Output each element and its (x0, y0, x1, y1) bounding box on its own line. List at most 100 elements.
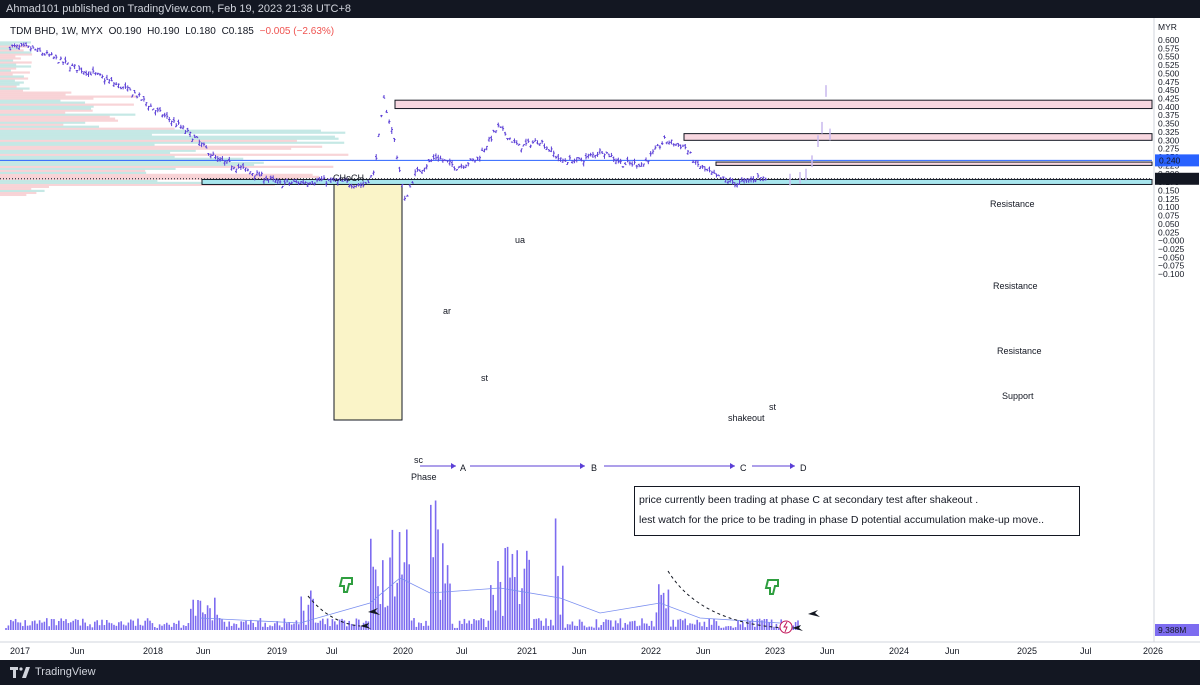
volume-profile-bar (0, 185, 50, 188)
volume-profile-bar (0, 167, 176, 170)
x-tick-label: 2025 (1017, 646, 1037, 656)
y-tick-label: −0.100 (1158, 269, 1185, 279)
shakeout-label: shakeout (728, 413, 765, 423)
symbol-info: TDM BHD, 1W, MYX (10, 26, 103, 37)
chart-area[interactable]: MYR 0.600 0.575 0.550 0.525 0.500 0.475 0.450 0.… (0, 18, 1200, 660)
volume-profile-bar (0, 187, 32, 191)
ohlc-change: −0.005 (−2.63%) (259, 26, 335, 37)
phase-c-label: C (740, 463, 747, 473)
volume-profile-bar (0, 117, 116, 120)
x-tick-label: 2017 (10, 646, 30, 656)
volume-profile-bar (0, 131, 346, 134)
volume-profile-bar (0, 79, 15, 82)
x-tick-label: 2024 (889, 646, 909, 656)
volume-profile-bar (0, 95, 138, 98)
volume-profile-bar (0, 129, 321, 132)
sc-label: sc (414, 455, 423, 465)
choch-label: CHoCH (333, 173, 365, 183)
volume-profile-bar (0, 93, 66, 96)
volume-profile-bar (0, 147, 292, 150)
tradingview-logo[interactable]: TradingView (10, 666, 96, 678)
volume-profile-bar (0, 69, 11, 72)
volume-profile-bar (0, 67, 17, 70)
note-line-2: lest watch for the price to be trading i… (639, 514, 1045, 526)
volume-profile-bar (0, 165, 334, 168)
resistance-zone-3 (715, 161, 1153, 166)
x-tick-label: Jun (196, 646, 211, 656)
support-label: Support (1002, 391, 1034, 401)
volume-profile-bar (0, 171, 147, 174)
volume-profile-bar (0, 143, 155, 146)
ref-price-badge-text: 0.240 (1159, 155, 1181, 165)
symbol-legend: TDM BHD, 1W, MYX O0.190 H0.190 L0.180 C0… (10, 26, 337, 37)
volume-profile-bar (0, 107, 92, 110)
analysis-note-box[interactable]: price currently been trading at phase C … (634, 486, 1080, 536)
volume-profile-bar (0, 173, 313, 176)
phase-label: Phase (411, 472, 437, 482)
phase-b-label: B (591, 463, 598, 473)
volume-profile-bar (0, 49, 24, 52)
volume-profile-bar (0, 135, 335, 138)
volume-profile-bar (0, 75, 24, 78)
ohlc-low: L0.180 (185, 26, 216, 37)
x-tick-label: Jun (572, 646, 587, 656)
volume-profile-bar (0, 97, 94, 100)
price-chart-svg[interactable]: MYR0.6000.5750.5500.5250.5000.4750.4500.… (0, 18, 1200, 660)
x-tick-label: 2026 (1143, 646, 1163, 656)
published-info: Ahmad101 published on TradingView.com, F… (6, 3, 351, 15)
resistance-label-3: Resistance (997, 346, 1042, 356)
bottom-bar: TradingView (0, 660, 1200, 685)
volume-profile-bar (0, 77, 29, 80)
volume-badge-text: 9.388M (1158, 625, 1186, 635)
ar-label: ar (443, 306, 452, 316)
st-label-2: st (769, 402, 777, 412)
volume-profile-bar (0, 65, 32, 68)
ohlc-close: C0.185 (221, 26, 254, 37)
volume-profile-bar (0, 133, 152, 136)
volume-profile-bar (0, 99, 61, 102)
volume-profile-bar (0, 169, 146, 172)
volume-profile-bar (0, 121, 86, 124)
x-tick-label: Jul (326, 646, 338, 656)
x-tick-label: Jun (70, 646, 85, 656)
x-tick-label: Jul (456, 646, 468, 656)
x-tick-label: 2019 (267, 646, 287, 656)
volume-profile-bar (0, 141, 345, 144)
ohlc-high: H0.190 (147, 26, 180, 37)
volume-profile-bar (0, 55, 16, 58)
volume-profile-bar (0, 103, 134, 106)
choch-zone (333, 181, 403, 421)
plot-background (0, 18, 1200, 660)
volume-profile-bar (0, 127, 175, 130)
x-tick-label: Jun (945, 646, 960, 656)
volume-profile-bar (0, 139, 297, 142)
top-bar: Ahmad101 published on TradingView.com, F… (0, 0, 1200, 18)
volume-profile-bar (0, 153, 349, 156)
volume-profile-bar (0, 145, 323, 148)
volume-profile-bar (0, 191, 37, 195)
currency-label: MYR (1158, 22, 1177, 32)
volume-profile-bar (0, 61, 32, 64)
ohlc-open: O0.190 (108, 26, 142, 37)
volume-profile-bar (0, 179, 158, 182)
volume-profile-bar (0, 71, 30, 74)
volume-profile-bar (0, 59, 14, 62)
x-tick-label: 2023 (765, 646, 785, 656)
x-tick-label: 2018 (143, 646, 163, 656)
volume-profile-bar (0, 123, 64, 126)
x-tick-label: Jul (1080, 646, 1092, 656)
volume-profile-bar (0, 51, 32, 54)
volume-profile-bar (0, 119, 119, 122)
tradingview-mark-icon (10, 666, 30, 678)
volume-profile-bar (0, 87, 30, 90)
volume-profile-bar (0, 149, 196, 152)
current-price-badge-text: 0.185 (1159, 174, 1181, 184)
volume-profile-bar (0, 57, 21, 60)
volume-profile-bar (0, 109, 93, 112)
phase-a-label: A (460, 463, 467, 473)
resistance-zone-2 (683, 133, 1153, 141)
volume-profile-bar (0, 113, 136, 116)
volume-profile-bar (0, 155, 175, 158)
st-label-1: st (481, 373, 489, 383)
x-tick-label: Jun (696, 646, 711, 656)
